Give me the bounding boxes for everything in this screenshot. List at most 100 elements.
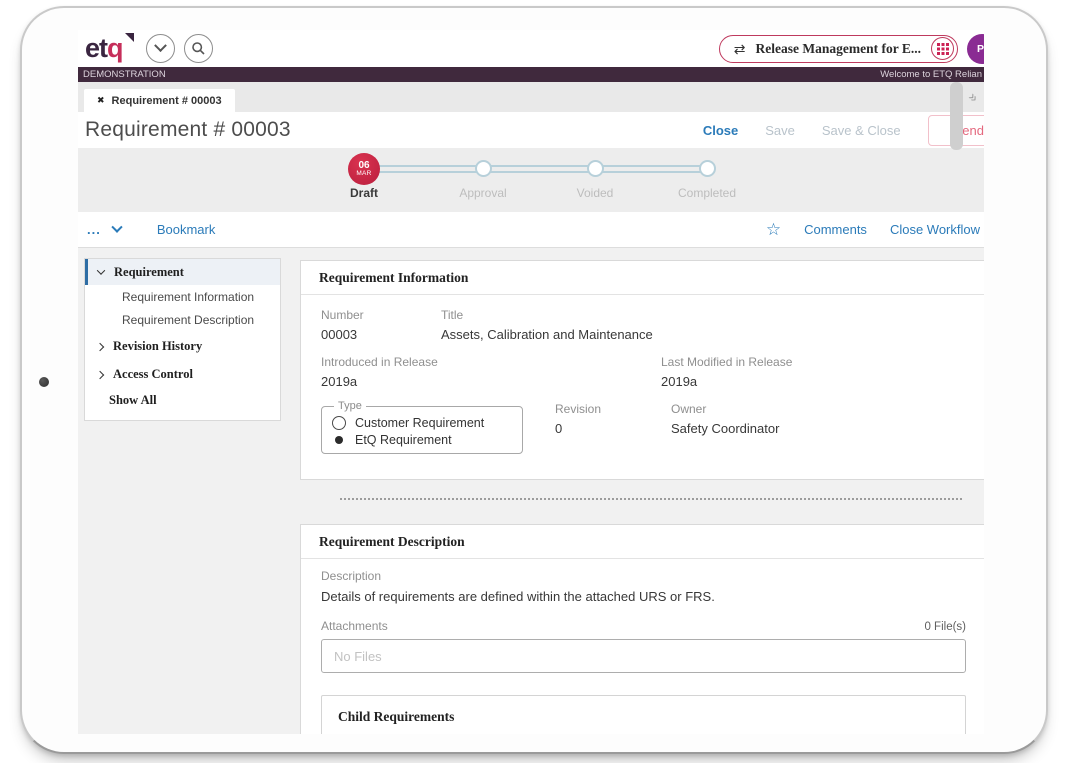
- tree-item-label: Access Control: [113, 367, 193, 382]
- title-row: Requirement # 00003 Close Save Save & Cl…: [78, 112, 984, 148]
- comments-button[interactable]: Comments: [804, 222, 867, 237]
- chevron-down-icon: [97, 266, 105, 274]
- logo-text-et: et: [85, 33, 107, 63]
- workflow-step-approval-label: Approval: [428, 186, 538, 200]
- no-files-placeholder: No Files: [334, 649, 382, 664]
- tree-item-revision-history[interactable]: Revision History: [85, 334, 280, 359]
- save-and-close-button[interactable]: Save & Close: [822, 123, 901, 138]
- app-screen: etq ⇄ Release Management for E...: [78, 30, 984, 734]
- tree-item-show-all[interactable]: Show All: [85, 389, 280, 412]
- refresh-icon: ⇄: [734, 42, 746, 56]
- star-icon[interactable]: ☆: [766, 221, 781, 238]
- tree-item-label: Show All: [109, 393, 157, 408]
- workflow-step-completed-node: [699, 160, 716, 177]
- close-workflow-button[interactable]: Close Workflow: [890, 222, 980, 237]
- attachments-row: Attachments 0 File(s): [321, 619, 966, 633]
- field-number: Number 00003: [321, 308, 441, 342]
- field-value: Safety Coordinator: [671, 421, 779, 436]
- field-label: Number: [321, 308, 441, 322]
- field-title: Title Assets, Calibration and Maintenanc…: [441, 308, 653, 342]
- tree-item-label: Revision History: [113, 339, 202, 354]
- radio-unselected-icon[interactable]: [332, 416, 346, 430]
- field-label: Last Modified in Release: [661, 355, 792, 369]
- section-title: Requirement Description: [301, 525, 984, 559]
- workflow-step-draft-date-badge: 06 MAR: [348, 153, 380, 185]
- radio-customer-requirement[interactable]: Customer Requirement: [332, 416, 512, 430]
- field-label: Title: [441, 308, 653, 322]
- radio-selected-icon[interactable]: [332, 433, 346, 447]
- workflow-step-voided-label: Voided: [540, 186, 650, 200]
- type-radio-group: Type Customer Requirement EtQ Requiremen…: [321, 400, 523, 454]
- camera-icon: [39, 377, 49, 387]
- field-last-modified-in-release: Last Modified in Release 2019a: [661, 355, 792, 389]
- workflow-date-month: MAR: [356, 171, 371, 178]
- workflow-timeline: 06 MAR Draft Approval Voided Completed: [78, 148, 984, 212]
- child-requirements-section: Child Requirements: [321, 695, 966, 734]
- tree-item-requirement-information[interactable]: Requirement Information: [85, 285, 280, 308]
- requirement-description-section: Requirement Description Description Deta…: [300, 524, 984, 734]
- body-area: Requirement Requirement Information Requ…: [78, 248, 984, 734]
- tree-item-access-control[interactable]: Access Control: [85, 362, 280, 387]
- workflow-track: [364, 165, 707, 173]
- more-options-button[interactable]: ...: [87, 222, 101, 237]
- user-avatar[interactable]: PI: [967, 34, 984, 64]
- tree-item-label: Requirement Description: [122, 313, 254, 327]
- grid-icon: [937, 43, 949, 55]
- attachments-count: 0 File(s): [924, 621, 966, 633]
- logo-text-q: q: [107, 33, 123, 63]
- tab-strip: ✖ Requirement # 00003: [78, 82, 984, 112]
- field-value: 2019a: [661, 374, 792, 389]
- type-legend: Type: [334, 400, 366, 412]
- attachments-dropzone[interactable]: No Files: [321, 639, 966, 673]
- top-bar: etq ⇄ Release Management for E...: [78, 30, 984, 67]
- toolbar-chevron-down-icon[interactable]: [111, 221, 122, 232]
- tree-item-label: Requirement Information: [122, 290, 254, 304]
- search-button[interactable]: [184, 34, 213, 63]
- stage: etq ⇄ Release Management for E...: [0, 0, 1065, 763]
- requirement-description-body: Description Details of requirements are …: [301, 559, 984, 734]
- welcome-text: Welcome to ETQ Relian: [880, 69, 982, 80]
- workflow-step-completed-label: Completed: [652, 186, 762, 200]
- record-toolbar: ... Bookmark ☆ Comments Close Workflow: [78, 212, 984, 248]
- tablet-frame: etq ⇄ Release Management for E...: [20, 6, 1048, 754]
- application-switcher-pill[interactable]: ⇄ Release Management for E...: [719, 35, 958, 63]
- chevron-down-icon: [154, 39, 167, 52]
- requirement-information-body: Number 00003 Title Assets, Calibration a…: [301, 295, 984, 454]
- toolbar-right-group: ☆ Comments Close Workflow: [766, 221, 980, 238]
- tree-item-label: Requirement: [114, 265, 184, 280]
- section-separator: [340, 498, 962, 500]
- workflow-step-voided-node: [587, 160, 604, 177]
- app-grid-button[interactable]: [931, 37, 954, 60]
- close-button[interactable]: Close: [703, 123, 738, 138]
- environment-banner: DEMONSTRATION Welcome to ETQ Relian: [78, 67, 984, 82]
- environment-label: DEMONSTRATION: [83, 69, 166, 80]
- field-value: 0: [555, 421, 671, 436]
- save-button[interactable]: Save: [765, 123, 795, 138]
- radio-label: Customer Requirement: [355, 416, 484, 430]
- menu-dropdown-button[interactable]: [146, 34, 175, 63]
- field-value: Assets, Calibration and Maintenance: [441, 327, 653, 342]
- logo-mark-icon: [125, 33, 134, 42]
- field-label: Revision: [555, 402, 671, 416]
- page-title: Requirement # 00003: [85, 118, 291, 142]
- description-label: Description: [321, 569, 966, 583]
- chevron-right-icon: [96, 342, 104, 350]
- field-revision: Revision 0: [555, 402, 671, 436]
- close-tab-icon[interactable]: ✖: [97, 95, 105, 106]
- field-label: Introduced in Release: [321, 355, 661, 369]
- attachments-label: Attachments: [321, 619, 388, 633]
- tab-requirement-00003[interactable]: ✖ Requirement # 00003: [84, 89, 235, 112]
- section-nav-tree: Requirement Requirement Information Requ…: [84, 258, 281, 421]
- section-title: Requirement Information: [301, 261, 984, 295]
- vertical-scrollbar[interactable]: [950, 82, 963, 150]
- chevron-right-icon: [96, 370, 104, 378]
- requirement-information-section: Requirement Information Number 00003 Tit…: [300, 260, 984, 480]
- tree-item-requirement-description[interactable]: Requirement Description: [85, 308, 280, 331]
- radio-label: EtQ Requirement: [355, 433, 452, 447]
- tree-item-requirement[interactable]: Requirement: [85, 259, 280, 285]
- bookmark-button[interactable]: Bookmark: [157, 222, 216, 237]
- main-column: Requirement Information Number 00003 Tit…: [300, 248, 984, 734]
- radio-etq-requirement[interactable]: EtQ Requirement: [332, 433, 512, 447]
- field-label: Owner: [671, 402, 779, 416]
- search-icon: [191, 41, 206, 56]
